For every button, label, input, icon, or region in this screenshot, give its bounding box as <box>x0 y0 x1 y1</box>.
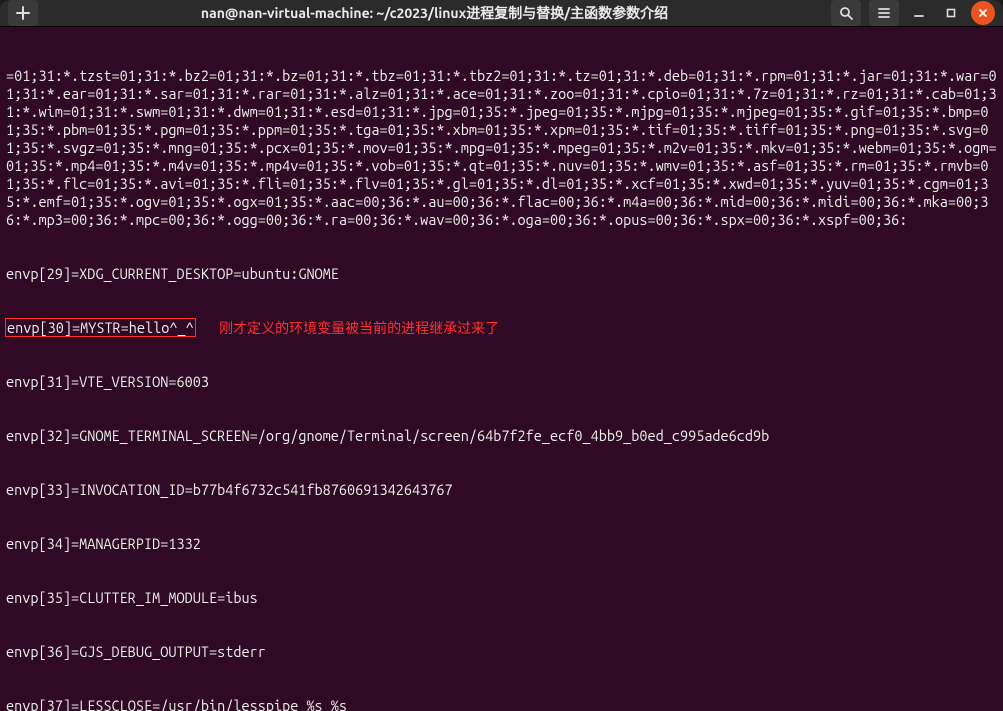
search-button[interactable] <box>831 0 861 26</box>
terminal-window: nan@nan-virtual-machine: ~/c2023/linux进程… <box>0 0 1003 711</box>
terminal-line: envp[31]=VTE_VERSION=6003 <box>6 373 997 391</box>
terminal-line: envp[30]=MYSTR=hello^_^ 刚才定义的环境变量被当前的进程继… <box>6 319 997 337</box>
close-icon <box>977 7 989 19</box>
search-icon <box>839 6 853 20</box>
maximize-button[interactable] <box>939 1 963 25</box>
terminal-line: =01;31:*.tzst=01;31:*.bz2=01;31:*.bz=01;… <box>6 67 997 229</box>
maximize-icon <box>945 7 957 19</box>
plus-icon <box>16 6 30 20</box>
menu-button[interactable] <box>869 0 899 26</box>
terminal-line: envp[37]=LESSCLOSE=/usr/bin/lesspipe %s … <box>6 697 997 711</box>
terminal-content[interactable]: =01;31:*.tzst=01;31:*.bz2=01;31:*.bz=01;… <box>0 27 1003 711</box>
window-title: nan@nan-virtual-machine: ~/c2023/linux进程… <box>44 3 825 23</box>
hamburger-icon <box>877 6 891 20</box>
new-tab-button[interactable] <box>8 0 38 26</box>
titlebar-right <box>831 0 995 26</box>
minimize-icon <box>913 7 925 19</box>
terminal-line: envp[34]=MANAGERPID=1332 <box>6 535 997 553</box>
terminal-line: envp[32]=GNOME_TERMINAL_SCREEN=/org/gnom… <box>6 427 997 445</box>
terminal-line: envp[33]=INVOCATION_ID=b77b4f6732c541fb8… <box>6 481 997 499</box>
close-button[interactable] <box>971 1 995 25</box>
highlight-box: envp[30]=MYSTR=hello^_^ <box>6 319 195 336</box>
annotation-text: 刚才定义的环境变量被当前的进程继承过来了 <box>219 318 499 338</box>
minimize-button[interactable] <box>907 1 931 25</box>
titlebar: nan@nan-virtual-machine: ~/c2023/linux进程… <box>0 0 1003 27</box>
terminal-line: envp[36]=GJS_DEBUG_OUTPUT=stderr <box>6 643 997 661</box>
terminal-line: envp[29]=XDG_CURRENT_DESKTOP=ubuntu:GNOM… <box>6 265 997 283</box>
terminal-line: envp[35]=CLUTTER_IM_MODULE=ibus <box>6 589 997 607</box>
